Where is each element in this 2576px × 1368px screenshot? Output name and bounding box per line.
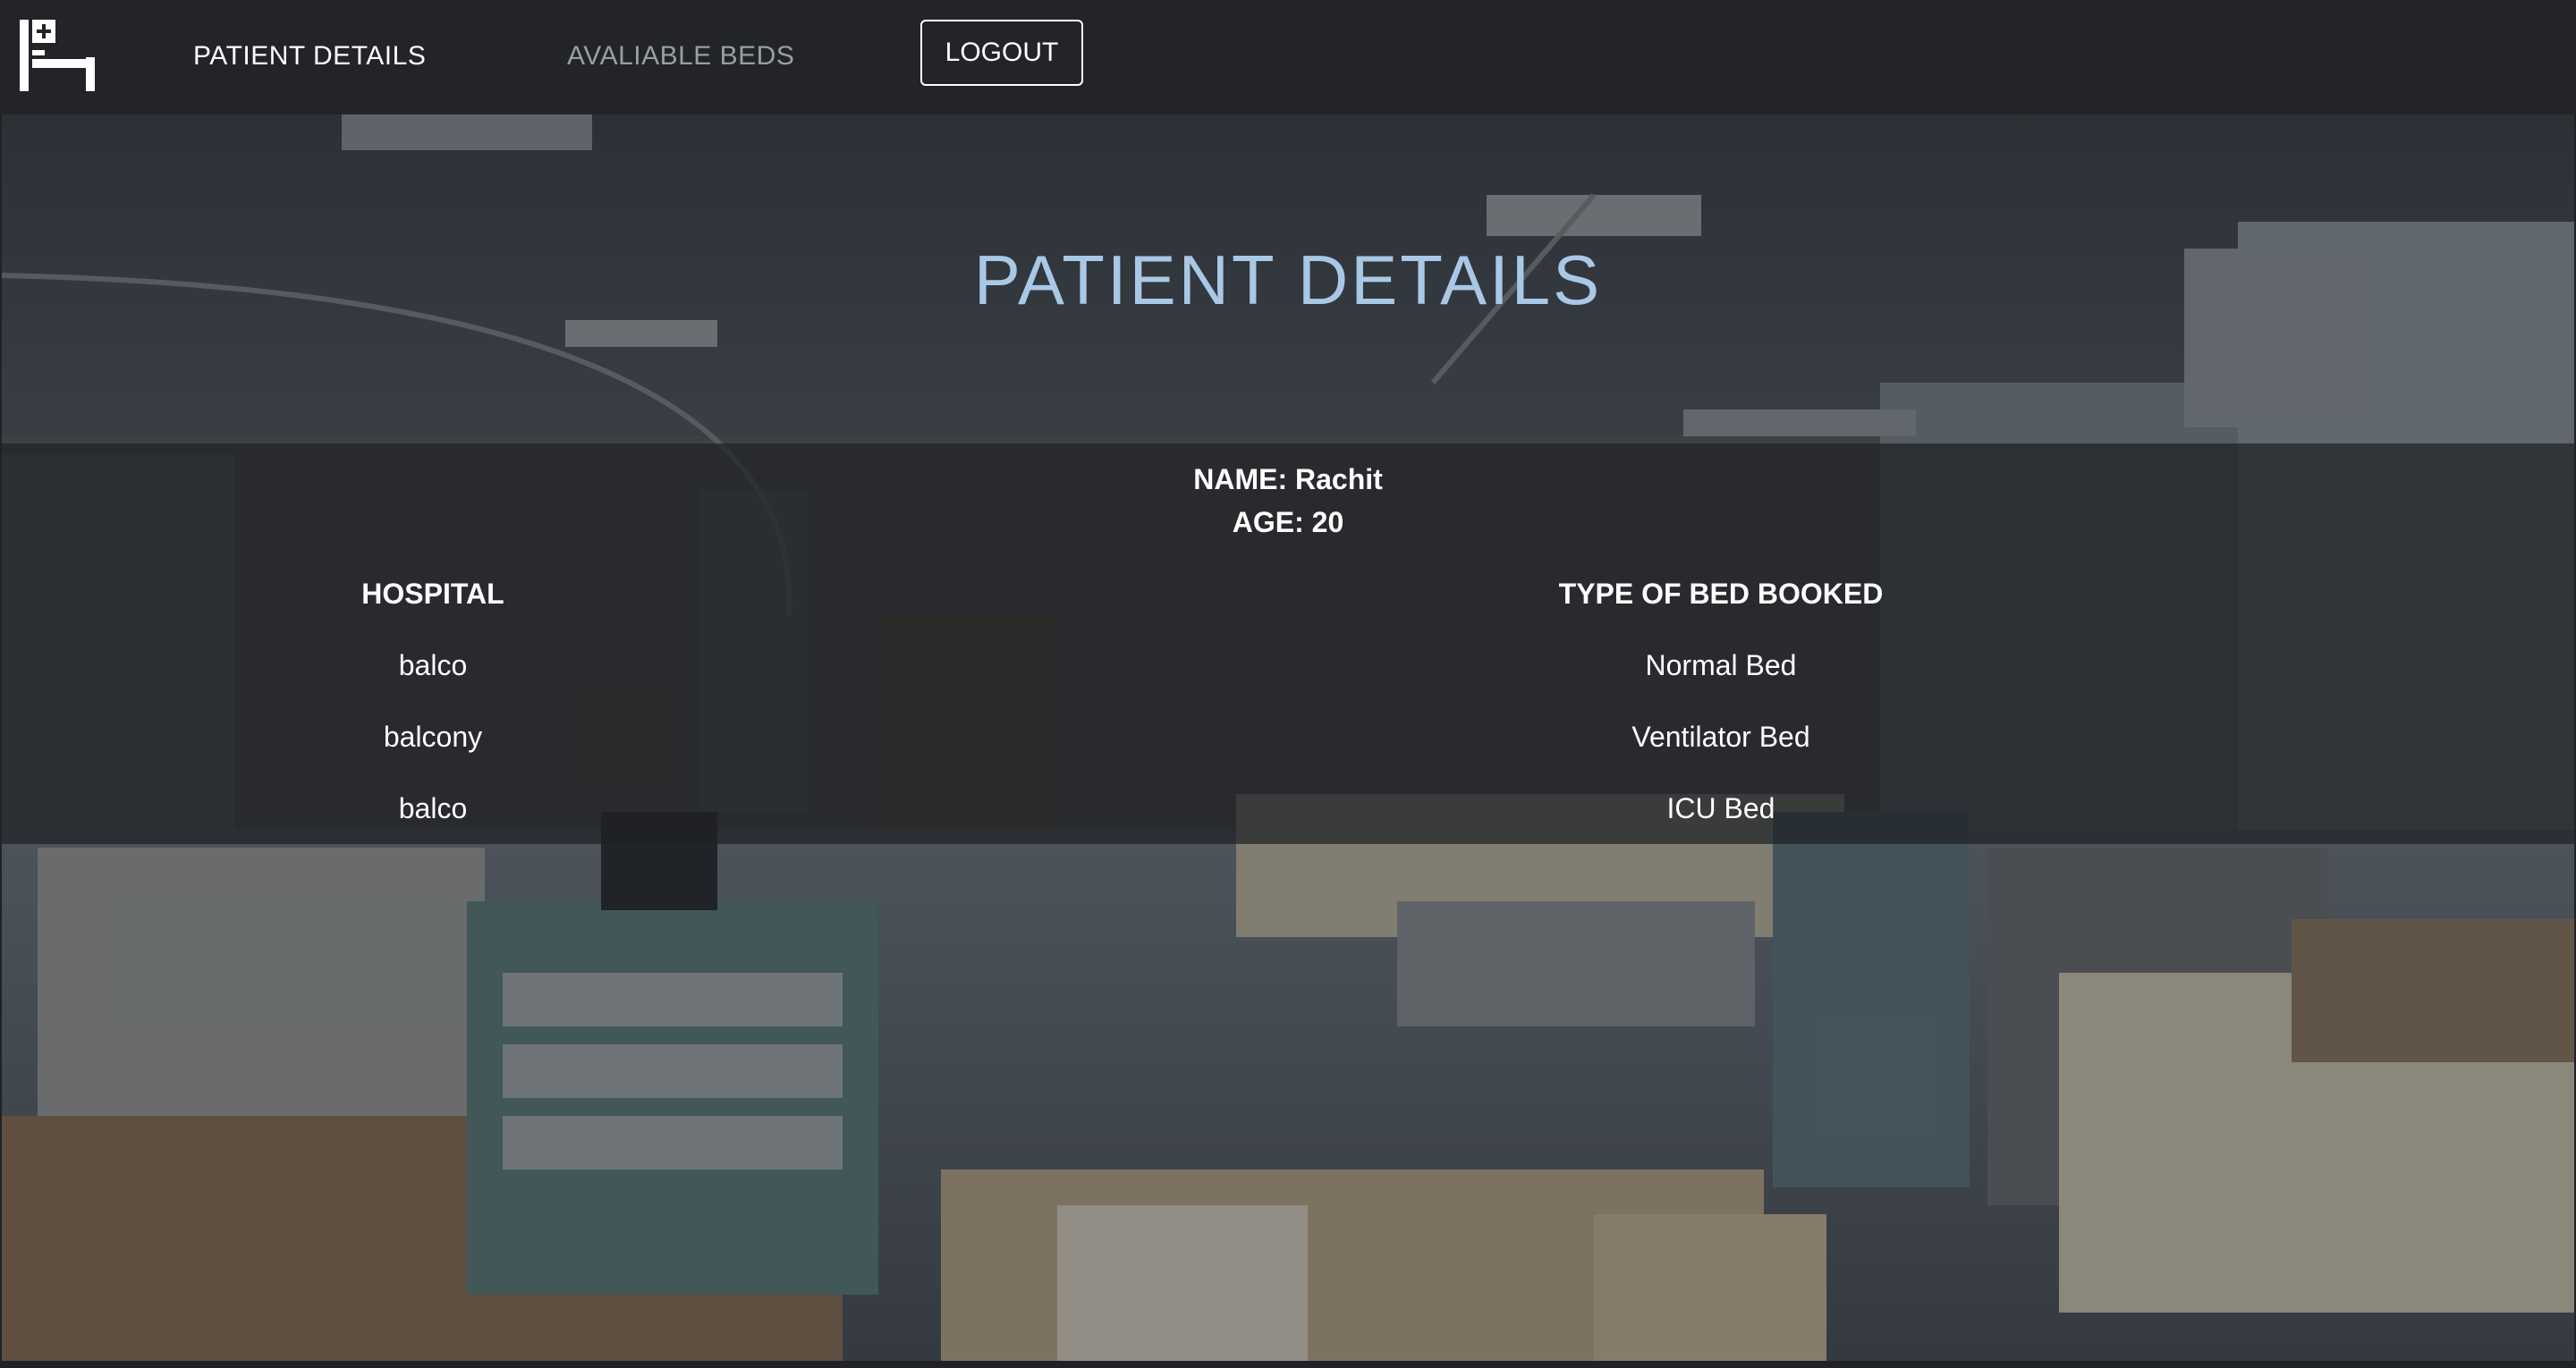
hospital-cell: balcony — [383, 721, 483, 753]
hospital-column-header: HOSPITAL — [361, 578, 504, 610]
patient-details-panel — [2, 443, 2574, 844]
nav-link-available-beds[interactable]: AVALIABLE BEDS — [567, 39, 794, 73]
nav-link-patient-details[interactable]: PATIENT DETAILS — [193, 39, 426, 73]
navbar: PATIENT DETAILS AVALIABLE BEDS LOGOUT — [0, 0, 2576, 114]
hero-section: PATIENT DETAILS NAME: Rachit AGE: 20 HOS… — [2, 114, 2574, 1361]
page-bottom-edge — [0, 1361, 2576, 1368]
bed-type-cell: Ventilator Bed — [1631, 721, 1810, 753]
hospital-bed-icon[interactable] — [20, 18, 95, 93]
page-title: PATIENT DETAILS — [973, 241, 1603, 319]
patient-name: NAME: Rachit — [1193, 463, 1383, 495]
logout-button[interactable]: LOGOUT — [920, 20, 1083, 86]
bed-type-column-header: TYPE OF BED BOOKED — [1558, 578, 1884, 610]
hospital-cell: balco — [398, 792, 468, 824]
patient-age: AGE: 20 — [1232, 506, 1344, 538]
hospital-cell: balco — [398, 649, 468, 681]
bed-type-cell: Normal Bed — [1645, 649, 1797, 681]
bed-type-cell: ICU Bed — [1666, 792, 1775, 824]
